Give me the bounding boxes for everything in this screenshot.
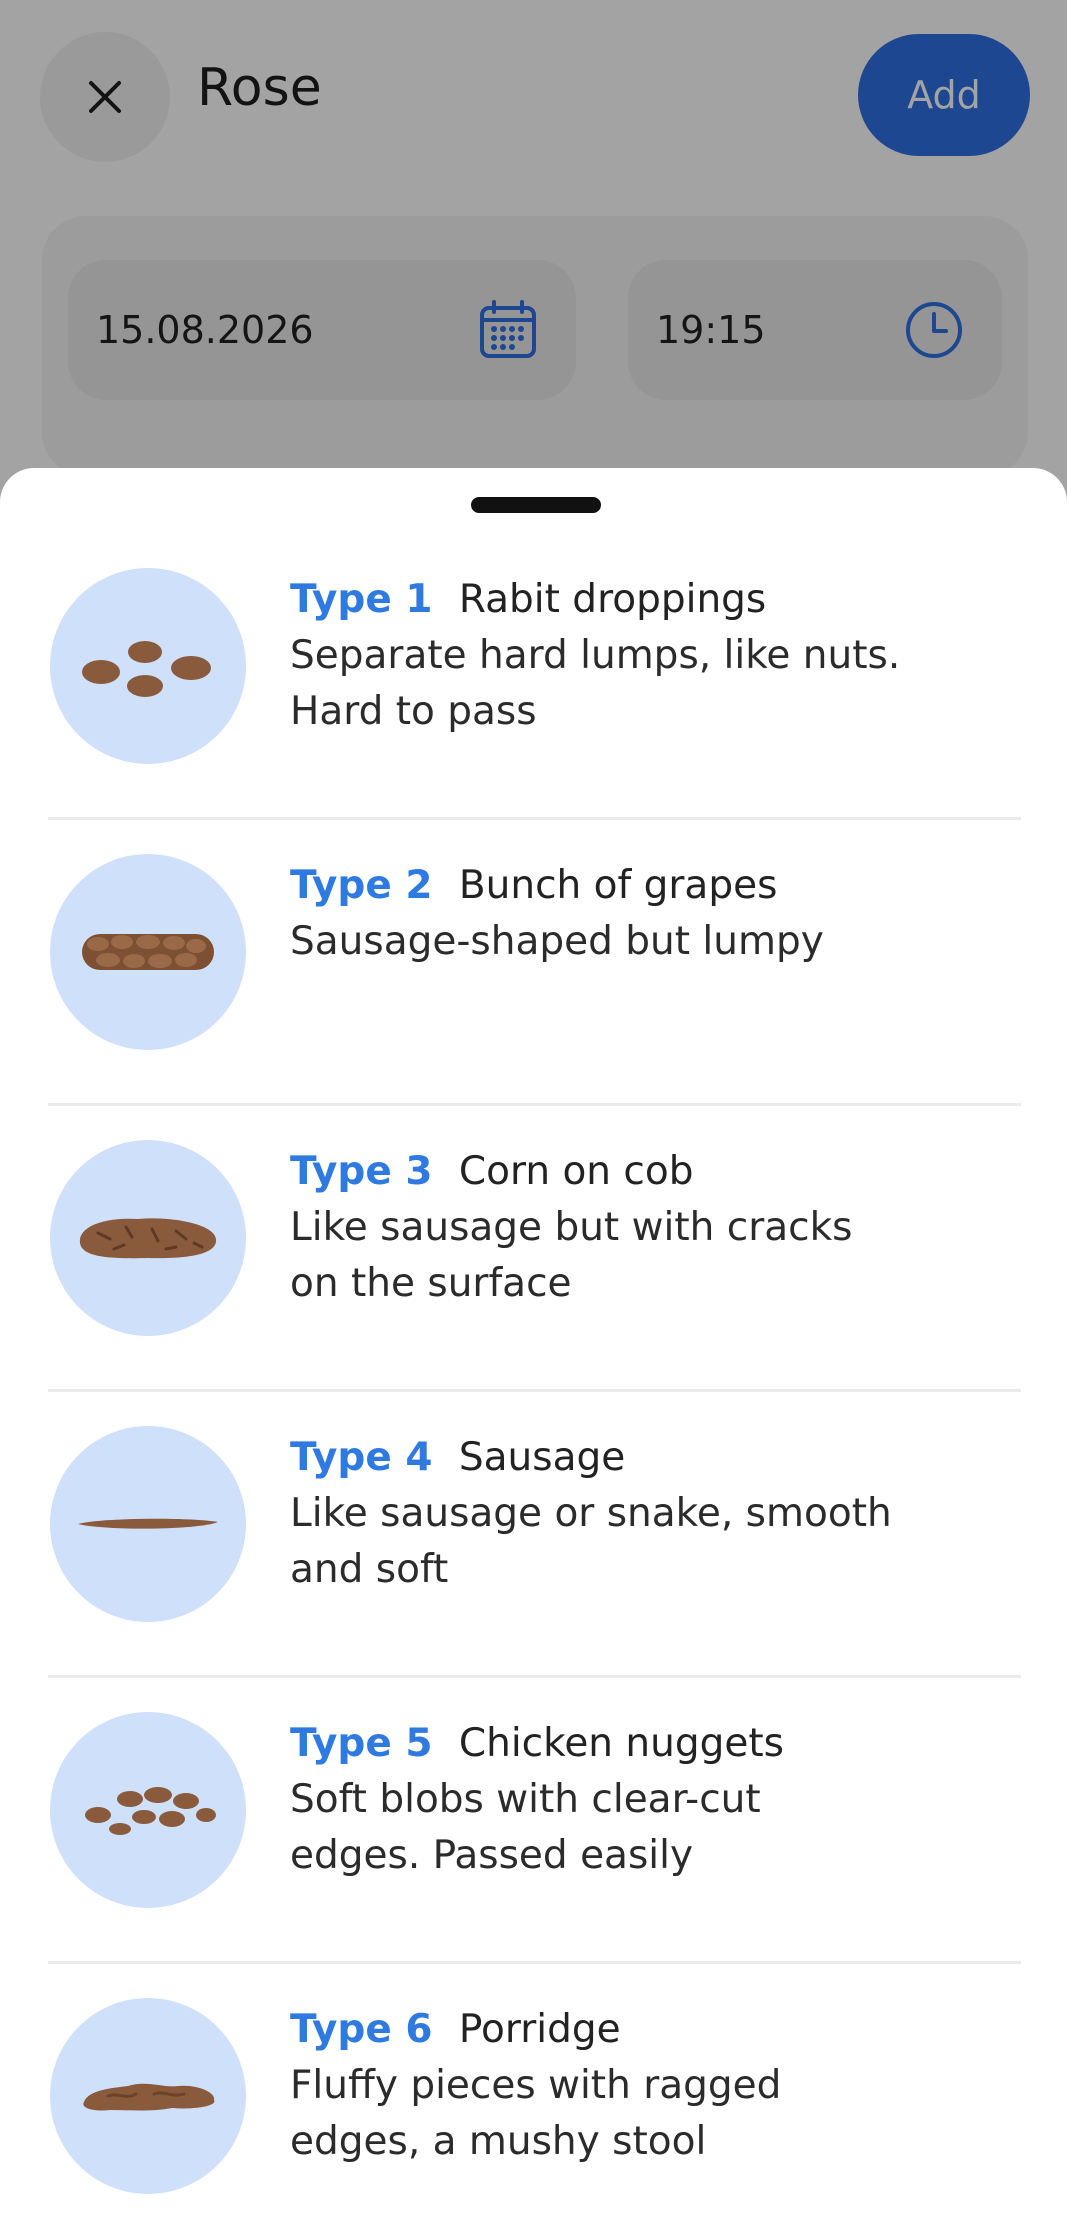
type-item-1[interactable]: Type 1 Rabit droppings Separate hard lum…: [0, 534, 1067, 820]
type-6-heading: Type 6 Porridge: [290, 2004, 1010, 2056]
type-item-6[interactable]: Type 6 Porridge Fluffy pieces with ragge…: [0, 1964, 1067, 2231]
type-name: Chicken nuggets: [458, 1721, 784, 1766]
type-1-heading: Type 1 Rabit droppings: [290, 574, 1010, 626]
type-5-text: Type 5 Chicken nuggets Soft blobs with c…: [290, 1718, 1010, 1884]
type-1-illustration: [50, 568, 246, 764]
type-4-heading: Type 4 Sausage: [290, 1432, 1010, 1484]
type-description: Separate hard lumps, like nuts. Hard to …: [290, 628, 1010, 740]
type-description: Sausage-shaped but lumpy: [290, 914, 1010, 970]
type-name: Rabit droppings: [458, 577, 767, 622]
type-name: Corn on cob: [458, 1149, 694, 1194]
type-item-2[interactable]: Type 2 Bunch of grapes Sausage-shaped bu…: [0, 820, 1067, 1106]
type-label: Type 1: [290, 577, 433, 622]
type-3-text: Type 3 Corn on cob Like sausage but with…: [290, 1146, 1010, 1312]
type-6-illustration: [50, 1998, 246, 2194]
type-4-text: Type 4 Sausage Like sausage or snake, sm…: [290, 1432, 1010, 1598]
type-4-illustration: [50, 1426, 246, 1622]
type-description: Like sausage but with cracks on the surf…: [290, 1200, 1010, 1312]
type-label: Type 4: [290, 1435, 433, 1480]
drag-handle[interactable]: [471, 497, 601, 513]
description-line-1: Sausage-shaped but lumpy: [290, 919, 824, 964]
type-item-4[interactable]: Type 4 Sausage Like sausage or snake, sm…: [0, 1392, 1067, 1678]
description-line-1: Like sausage or snake, smooth: [290, 1491, 892, 1536]
type-item-5[interactable]: Type 5 Chicken nuggets Soft blobs with c…: [0, 1678, 1067, 1964]
type-name: Porridge: [458, 2007, 621, 2052]
type-description: Like sausage or snake, smooth and soft: [290, 1486, 1010, 1598]
description-line-1: Fluffy pieces with ragged: [290, 2063, 782, 2108]
type-label: Type 6: [290, 2007, 433, 2052]
type-item-3[interactable]: Type 3 Corn on cob Like sausage but with…: [0, 1106, 1067, 1392]
type-name: Sausage: [458, 1435, 626, 1480]
type-description: Soft blobs with clear-cut edges. Passed …: [290, 1772, 1010, 1884]
type-1-text: Type 1 Rabit droppings Separate hard lum…: [290, 574, 1010, 740]
description-line-2: and soft: [290, 1547, 449, 1592]
type-name: Bunch of grapes: [458, 863, 778, 908]
type-description: Fluffy pieces with ragged edges, a mushy…: [290, 2058, 1010, 2170]
description-line-1: Like sausage but with cracks: [290, 1205, 853, 1250]
type-label: Type 3: [290, 1149, 433, 1194]
type-2-heading: Type 2 Bunch of grapes: [290, 860, 1010, 912]
type-5-illustration: [50, 1712, 246, 1908]
description-line-2: edges. Passed easily: [290, 1833, 694, 1878]
type-2-illustration: [50, 854, 246, 1050]
type-list: Type 1 Rabit droppings Separate hard lum…: [0, 534, 1067, 2231]
type-2-text: Type 2 Bunch of grapes Sausage-shaped bu…: [290, 860, 1010, 970]
description-line-1: Separate hard lumps, like nuts.: [290, 633, 901, 678]
type-label: Type 5: [290, 1721, 433, 1766]
description-line-2: edges, a mushy stool: [290, 2119, 707, 2164]
description-line-1: Soft blobs with clear-cut: [290, 1777, 761, 1822]
type-6-text: Type 6 Porridge Fluffy pieces with ragge…: [290, 2004, 1010, 2170]
stool-type-sheet: Type 1 Rabit droppings Separate hard lum…: [0, 468, 1067, 2231]
description-line-2: on the surface: [290, 1261, 572, 1306]
description-line-2: Hard to pass: [290, 689, 537, 734]
type-5-heading: Type 5 Chicken nuggets: [290, 1718, 1010, 1770]
type-3-heading: Type 3 Corn on cob: [290, 1146, 1010, 1198]
type-3-illustration: [50, 1140, 246, 1336]
type-label: Type 2: [290, 863, 433, 908]
